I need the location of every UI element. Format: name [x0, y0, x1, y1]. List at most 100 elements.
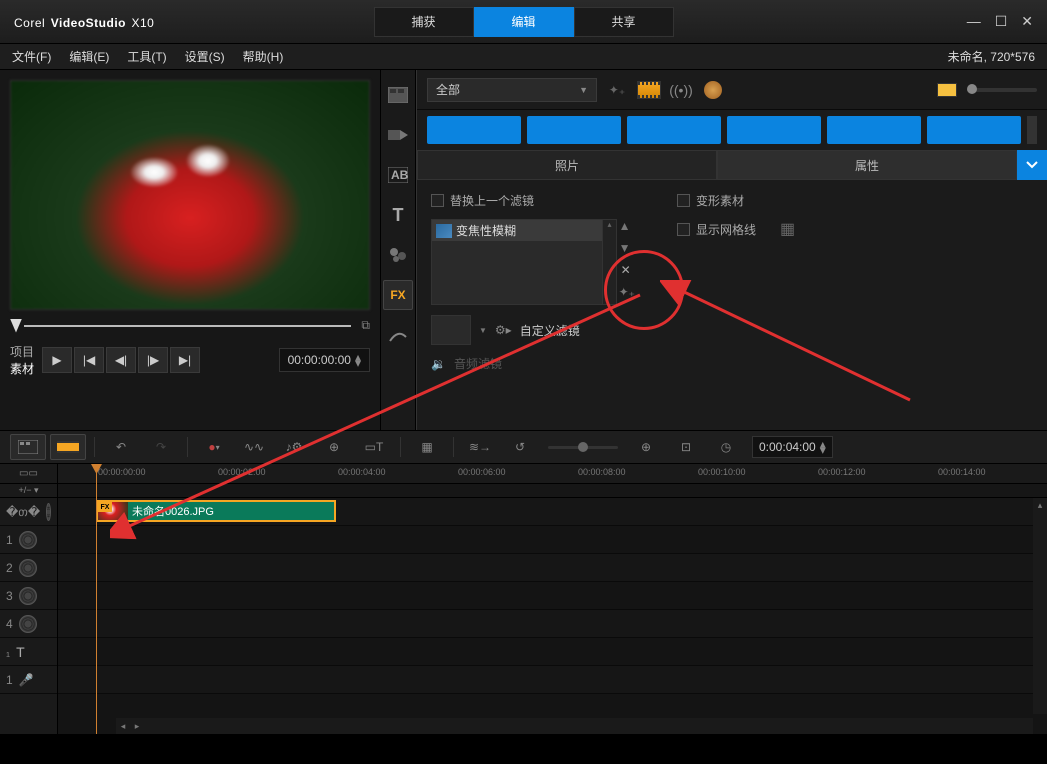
- playhead[interactable]: [96, 464, 97, 734]
- show-grid-checkbox[interactable]: [677, 223, 690, 236]
- preset-dropdown-arrow[interactable]: ▼: [479, 326, 487, 335]
- overlay-track-2[interactable]: [58, 554, 1047, 582]
- subtitle-button[interactable]: ▭T: [356, 434, 392, 460]
- filter-thumb[interactable]: [627, 116, 721, 144]
- film-filter-icon[interactable]: [637, 80, 661, 100]
- overlay-track-4[interactable]: [58, 610, 1047, 638]
- overlay-track-3[interactable]: [58, 582, 1047, 610]
- filter-list-scrollbar[interactable]: ▴: [602, 220, 616, 304]
- zoom-in-button[interactable]: ⊕: [628, 434, 664, 460]
- track-head-overlay-1[interactable]: 1: [0, 526, 57, 554]
- prev-frame-button[interactable]: ◀|: [106, 347, 136, 373]
- track-motion-button[interactable]: ⊕: [316, 434, 352, 460]
- main-tab-edit[interactable]: 编辑: [474, 7, 574, 37]
- applied-filter-list[interactable]: 变焦性模糊 ▴: [431, 219, 617, 305]
- track-head-overlay-4[interactable]: 4: [0, 610, 57, 638]
- title-track[interactable]: [58, 638, 1047, 666]
- motion-button[interactable]: ≋→: [462, 434, 498, 460]
- audio-filter-icon[interactable]: ((•)): [669, 80, 693, 100]
- next-frame-button[interactable]: |▶: [138, 347, 168, 373]
- options-tab-photo[interactable]: 照片: [417, 150, 717, 180]
- multi-view-button[interactable]: ▦: [409, 434, 445, 460]
- thumb-scrollbar[interactable]: [1027, 116, 1037, 144]
- copy-icon[interactable]: ⧉: [361, 318, 370, 333]
- main-tab-capture[interactable]: 捕获: [374, 7, 474, 37]
- fx-icon[interactable]: FX: [383, 280, 413, 310]
- filter-thumb[interactable]: [427, 116, 521, 144]
- library-category-dropdown[interactable]: 全部▼: [427, 78, 597, 102]
- minimize-icon[interactable]: ―: [967, 13, 981, 30]
- track-head-overlay-3[interactable]: 3: [0, 582, 57, 610]
- close-icon[interactable]: ✕: [1021, 13, 1033, 30]
- go-end-button[interactable]: ▶|: [170, 347, 200, 373]
- replace-last-filter-checkbox[interactable]: [431, 194, 444, 207]
- preview-timecode[interactable]: 00:00:00:00 ▴▾: [279, 348, 370, 372]
- main-tab-share[interactable]: 共享: [574, 7, 674, 37]
- menu-tools[interactable]: 工具(T): [127, 48, 166, 65]
- move-filter-down-icon[interactable]: ▼: [619, 241, 635, 255]
- add-favorite-icon[interactable]: ✦₊: [605, 80, 629, 100]
- delete-filter-icon[interactable]: ✕: [619, 263, 633, 277]
- preview-viewport[interactable]: [10, 80, 370, 310]
- voice-track[interactable]: [58, 666, 1047, 694]
- graphic-icon[interactable]: [383, 240, 413, 270]
- filter-thumb[interactable]: [927, 116, 1021, 144]
- filter-thumb[interactable]: [527, 116, 621, 144]
- timer-button[interactable]: ◷: [708, 434, 744, 460]
- transition-icon[interactable]: [383, 120, 413, 150]
- video-track[interactable]: FX 未命名0026.JPG: [58, 498, 1047, 526]
- media-icon[interactable]: [383, 80, 413, 110]
- track-head-video[interactable]: �თ�: [0, 498, 57, 526]
- options-tab-attributes[interactable]: 属性: [717, 150, 1017, 180]
- filter-preset-preview[interactable]: [431, 315, 471, 345]
- custom-filter-icon[interactable]: ⚙▸: [495, 323, 512, 337]
- track-head-voice[interactable]: 1🎤: [0, 666, 57, 694]
- timeline-view-button[interactable]: [50, 434, 86, 460]
- custom-filter-label[interactable]: 自定义滤镜: [520, 322, 580, 339]
- track-head-overlay-2[interactable]: 2: [0, 554, 57, 582]
- redo-button[interactable]: ↷: [143, 434, 179, 460]
- options-expand-button[interactable]: [1017, 150, 1047, 180]
- loop-button[interactable]: ↺: [502, 434, 538, 460]
- filter-thumb[interactable]: [827, 116, 921, 144]
- move-filter-up-icon[interactable]: ▲: [619, 219, 635, 233]
- timeline-ruler[interactable]: 00:00:00:00 00:00:02:00 00:00:04:00 00:0…: [58, 464, 1047, 484]
- filter-thumb[interactable]: [727, 116, 821, 144]
- maximize-icon[interactable]: ☐: [995, 13, 1008, 30]
- text-t-icon[interactable]: T: [383, 200, 413, 230]
- undo-button[interactable]: ↶: [103, 434, 139, 460]
- title-ab-icon[interactable]: AB: [383, 160, 413, 190]
- filter-item-zoom-blur[interactable]: 变焦性模糊: [432, 220, 616, 241]
- scrub-track[interactable]: [24, 325, 351, 327]
- timeline-vscrollbar[interactable]: ▴: [1033, 498, 1047, 714]
- deform-material-checkbox[interactable]: [677, 194, 690, 207]
- audio-filter-label: 音频滤镜: [454, 355, 502, 372]
- grid-settings-icon[interactable]: ▦: [780, 219, 795, 239]
- auto-music-button[interactable]: ♪⚙: [276, 434, 312, 460]
- track-manager-icon[interactable]: ▭▭: [0, 464, 57, 484]
- track-expand-controls[interactable]: +/− ▾: [0, 484, 57, 498]
- zoom-slider[interactable]: [548, 446, 618, 449]
- timeline-hscrollbar[interactable]: ◂ ▸: [116, 718, 1033, 734]
- thumbnail-view-icon[interactable]: [935, 80, 959, 100]
- globe-filter-icon[interactable]: [701, 80, 725, 100]
- fit-timeline-button[interactable]: ⊡: [668, 434, 704, 460]
- menu-settings[interactable]: 设置(S): [185, 48, 225, 65]
- go-start-button[interactable]: |◀: [74, 347, 104, 373]
- scrub-handle[interactable]: [10, 319, 22, 333]
- menu-help[interactable]: 帮助(H): [243, 48, 284, 65]
- menu-file[interactable]: 文件(F): [12, 48, 51, 65]
- filter-settings-icon[interactable]: ✦₊: [619, 285, 635, 299]
- path-icon[interactable]: [383, 320, 413, 350]
- timeline-duration[interactable]: 0:00:04:00 ▴▾: [752, 436, 833, 458]
- play-button[interactable]: ▶: [42, 347, 72, 373]
- track-head-title[interactable]: ₁T: [0, 638, 57, 666]
- menu-edit[interactable]: 编辑(E): [69, 48, 109, 65]
- thumbnail-size-slider[interactable]: [967, 88, 1037, 92]
- overlay-track-1[interactable]: [58, 526, 1047, 554]
- clip-item[interactable]: FX 未命名0026.JPG: [96, 500, 336, 522]
- record-button[interactable]: ●▾: [196, 434, 232, 460]
- playback-mode-labels[interactable]: 项目 素材: [10, 343, 34, 377]
- storyboard-view-button[interactable]: [10, 434, 46, 460]
- audio-mixer-button[interactable]: ∿∿: [236, 434, 272, 460]
